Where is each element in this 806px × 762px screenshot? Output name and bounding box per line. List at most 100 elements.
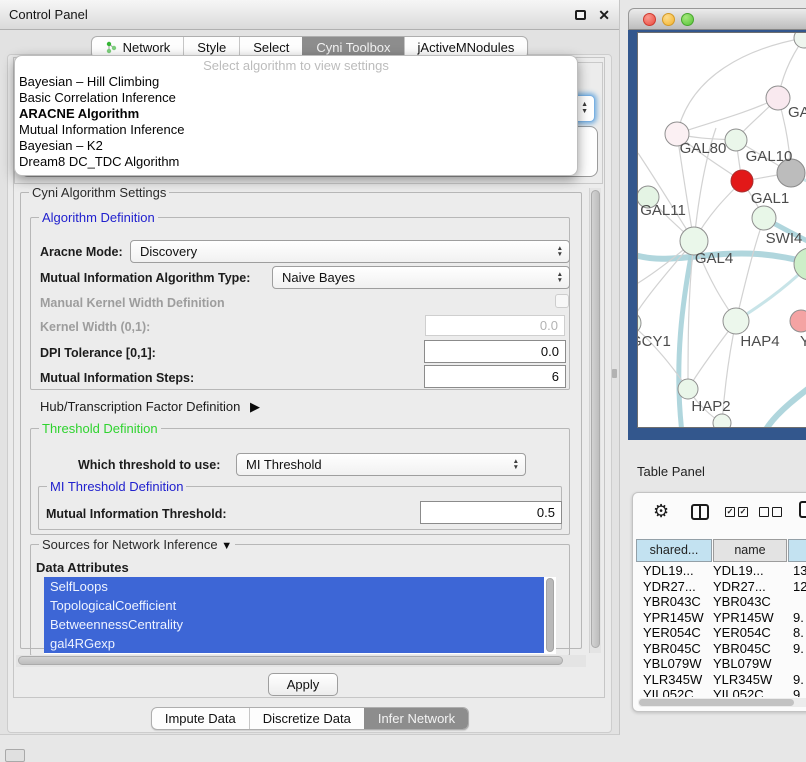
scrollbar-thumb[interactable] bbox=[591, 190, 600, 648]
network-node[interactable] bbox=[752, 206, 776, 230]
data-attributes-label: Data Attributes bbox=[36, 560, 129, 575]
tab-infer-network-label: Infer Network bbox=[378, 708, 455, 729]
kernel-width-label: Kernel Width (0,1): bbox=[40, 320, 150, 334]
checkbox-empty-icon bbox=[772, 507, 782, 517]
table-row[interactable]: YDL19...YDL19...13 bbox=[635, 563, 806, 579]
table-row[interactable]: YDR27...YDR27...12 bbox=[635, 579, 806, 595]
algorithm-dropdown-placeholder: Select algorithm to view settings bbox=[15, 58, 577, 74]
list-item-selected[interactable]: gal4RGexp bbox=[44, 634, 544, 653]
list-scrollbar[interactable] bbox=[546, 578, 554, 652]
kernel-width-field[interactable] bbox=[425, 315, 565, 336]
minimize-window-icon[interactable] bbox=[662, 13, 675, 26]
cyni-algorithm-settings-title: Cyni Algorithm Settings bbox=[29, 185, 169, 200]
cell: YIL052C bbox=[713, 687, 790, 697]
combo-down-arrow-icon: ▼ bbox=[557, 252, 563, 258]
split-columns-icon[interactable] bbox=[691, 504, 709, 520]
combo-down-arrow-icon: ▼ bbox=[513, 465, 519, 471]
tab-discretize-data-label: Discretize Data bbox=[263, 708, 351, 729]
sources-group-title[interactable]: Sources for Network Inference ▼ bbox=[39, 537, 235, 552]
split-pane-grip[interactable] bbox=[612, 369, 617, 378]
manual-kernel-width-checkbox[interactable] bbox=[555, 294, 569, 308]
hub-definition-toggle[interactable]: Hub/Transcription Factor Definition ▶ bbox=[40, 399, 260, 415]
algorithm-option[interactable]: Basic Correlation Inference bbox=[15, 90, 577, 106]
mi-steps-field[interactable] bbox=[424, 365, 566, 388]
settings-horizontal-scrollbar[interactable] bbox=[16, 655, 586, 667]
node-label: HAP2 bbox=[691, 398, 730, 415]
cell: YBR043C bbox=[635, 594, 713, 610]
table-row[interactable]: YBR045CYBR045C9. bbox=[635, 641, 806, 657]
tab-discretize-data[interactable]: Discretize Data bbox=[249, 708, 364, 729]
cell: 12 bbox=[790, 579, 806, 595]
table-row[interactable]: YER054CYER054C8. bbox=[635, 625, 806, 641]
zoom-window-icon[interactable] bbox=[681, 13, 694, 26]
list-item-selected[interactable]: TopologicalCoefficient bbox=[44, 596, 544, 615]
network-graph: GAL GAL80 GAL10 GAL1 GAL11 SWI4 GAL4 GCY… bbox=[638, 33, 806, 427]
tab-impute-data-label: Impute Data bbox=[165, 708, 236, 729]
algorithm-option[interactable]: Dream8 DC_TDC Algorithm bbox=[15, 154, 577, 170]
cell: YBL079W bbox=[635, 656, 713, 672]
float-panel-icon[interactable] bbox=[575, 10, 586, 20]
minimized-panel-icon[interactable] bbox=[5, 749, 25, 762]
sources-title-text: Sources for Network Inference bbox=[42, 537, 218, 552]
network-canvas[interactable]: GAL GAL80 GAL10 GAL1 GAL11 SWI4 GAL4 GCY… bbox=[637, 32, 806, 428]
network-node[interactable] bbox=[713, 414, 731, 427]
network-node[interactable] bbox=[766, 86, 790, 110]
network-node[interactable] bbox=[725, 129, 747, 151]
which-threshold-combobox[interactable]: MI Threshold ▲▼ bbox=[236, 453, 526, 476]
algorithm-option[interactable]: Bayesian – Hill Climbing bbox=[15, 74, 577, 90]
close-window-icon[interactable] bbox=[643, 13, 656, 26]
node-label: Y bbox=[800, 333, 806, 350]
checked-pair-icon[interactable]: ✓ ✓ bbox=[725, 507, 748, 517]
table-row[interactable]: YBL079WYBL079W bbox=[635, 656, 806, 672]
network-node[interactable] bbox=[790, 310, 806, 332]
table-row[interactable]: YIL052CYIL052C9 bbox=[635, 687, 806, 697]
column-header-name[interactable]: name bbox=[713, 539, 787, 562]
cell: YDL19... bbox=[713, 563, 790, 579]
aracne-mode-combobox[interactable]: Discovery ▲▼ bbox=[130, 240, 570, 263]
close-icon[interactable]: ✕ bbox=[598, 5, 610, 25]
tab-infer-network[interactable]: Infer Network bbox=[364, 708, 468, 729]
dpi-tolerance-field[interactable] bbox=[424, 340, 566, 363]
node-label: HAP4 bbox=[740, 333, 779, 350]
gear-icon[interactable]: ⚙ bbox=[653, 501, 669, 522]
network-node[interactable] bbox=[794, 33, 806, 48]
table-horizontal-scrollbar[interactable] bbox=[638, 698, 806, 707]
scrollbar-thumb[interactable] bbox=[639, 699, 794, 706]
mi-threshold-field[interactable] bbox=[420, 501, 562, 524]
node-label: SWI4 bbox=[766, 230, 803, 247]
mi-threshold-group-title: MI Threshold Definition bbox=[47, 479, 186, 494]
network-node-selected[interactable] bbox=[731, 170, 753, 192]
cell: YLR345W bbox=[713, 672, 790, 688]
algorithm-option[interactable]: Bayesian – K2 bbox=[15, 138, 577, 154]
application-root: Control Panel ✕ ▲ ▼ bbox=[0, 0, 806, 762]
panel-doc-icon[interactable] bbox=[799, 501, 806, 518]
settings-vertical-scrollbar[interactable] bbox=[589, 188, 601, 653]
apply-button[interactable]: Apply bbox=[268, 673, 338, 696]
cell: 9 bbox=[790, 687, 800, 697]
scrollbar-thumb[interactable] bbox=[18, 656, 563, 665]
cell: 13 bbox=[790, 563, 806, 579]
list-item-selected[interactable]: SelfLoops bbox=[44, 577, 544, 596]
network-node[interactable] bbox=[723, 308, 749, 334]
algorithm-dropdown-popup: Select algorithm to view settings Bayesi… bbox=[14, 55, 578, 176]
tab-impute-data[interactable]: Impute Data bbox=[152, 708, 249, 729]
network-node[interactable] bbox=[678, 379, 698, 399]
table-row[interactable]: YPR145WYPR145W9. bbox=[635, 610, 806, 626]
table-row[interactable]: YBR043CYBR043C bbox=[635, 594, 806, 610]
table-row[interactable]: YLR345WYLR345W9. bbox=[635, 672, 806, 688]
mi-algorithm-type-combobox[interactable]: Naive Bayes ▲▼ bbox=[272, 266, 570, 289]
cell: YBL079W bbox=[713, 656, 790, 672]
algorithm-option-selected[interactable]: ARACNE Algorithm bbox=[15, 106, 577, 122]
node-label: GCY1 bbox=[638, 333, 671, 350]
manual-kernel-width-label: Manual Kernel Width Definition bbox=[40, 296, 225, 310]
column-header-partial[interactable] bbox=[788, 539, 806, 562]
cell: 9. bbox=[790, 672, 804, 688]
cell: YER054C bbox=[635, 625, 713, 641]
unchecked-pair-icon[interactable] bbox=[759, 507, 782, 517]
algorithm-option[interactable]: Mutual Information Inference bbox=[15, 122, 577, 138]
which-threshold-value: MI Threshold bbox=[246, 457, 322, 472]
list-item-selected[interactable]: BetweennessCentrality bbox=[44, 615, 544, 634]
column-header-shared-name[interactable]: shared... bbox=[636, 539, 712, 562]
cell bbox=[790, 594, 793, 610]
network-window-titlebar[interactable] bbox=[628, 8, 806, 30]
